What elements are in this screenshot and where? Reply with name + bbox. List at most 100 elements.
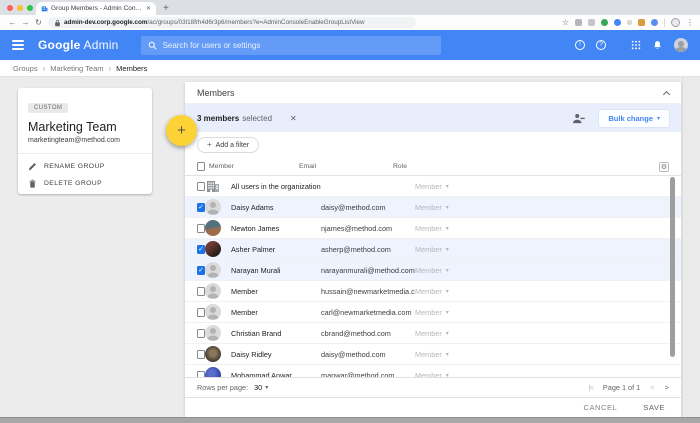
bookmark-star-icon[interactable]: ☆ [562,18,569,27]
row-checkbox[interactable] [197,350,205,359]
chevron-right-icon: › [43,64,46,73]
member-role-dropdown[interactable]: Member ▾ [415,266,681,275]
member-role-dropdown[interactable]: Member ▾ [415,245,681,254]
member-role-dropdown[interactable]: Member ▾ [415,329,681,338]
page-scrollbar[interactable] [682,77,700,417]
member-name: Mohammad Anwar [231,371,321,378]
collapse-chevron-icon[interactable] [663,90,670,97]
reload-icon[interactable]: ↻ [32,18,45,27]
minimize-window-button[interactable] [17,5,23,11]
previous-page-icon[interactable]: < [650,383,654,392]
extension-icon-4[interactable] [614,19,621,26]
table-row[interactable]: Newton James njames@method.com Member ▾ [185,218,681,239]
table-row[interactable]: All users in the organization Member ▾ [185,176,681,197]
row-checkbox[interactable] [197,182,205,191]
member-email: hussain@newmarketmedia.com [321,287,415,296]
member-role-dropdown[interactable]: Member ▾ [415,203,681,212]
member-role-dropdown[interactable]: Member ▾ [415,308,681,317]
tab-close-icon[interactable]: ✕ [146,6,151,12]
horizontal-scrollbar[interactable] [0,417,700,423]
member-role: Member [415,245,442,254]
table-row[interactable]: Mohammad Anwar manwar@method.com Member … [185,365,681,377]
browser-menu-icon[interactable]: ⋮ [686,18,694,27]
member-role-dropdown[interactable]: Member ▾ [415,371,681,378]
member-role-dropdown[interactable]: Member ▾ [415,287,681,296]
row-checkbox[interactable]: ✓ [197,245,205,254]
close-window-button[interactable] [7,5,13,11]
cancel-button[interactable]: CANCEL [583,403,617,412]
breadcrumb: Groups › Marketing Team › Members [0,60,700,77]
notifications-bell-icon[interactable] [652,40,663,51]
secure-lock-icon [54,19,61,27]
table-row[interactable]: ✓ Daisy Adams daisy@method.com Member ▾ [185,197,681,218]
tab-title: Group Members - Admin Console [51,5,143,12]
rename-group-label: RENAME GROUP [44,163,105,170]
browser-tab[interactable]: Group Members - Admin Console ✕ [36,2,156,15]
table-row[interactable]: Daisy Ridley daisy@method.com Member ▾ [185,344,681,365]
column-member: Member [209,163,299,170]
main-menu-icon[interactable] [12,40,24,50]
manage-columns-gear-icon[interactable]: ⚙ [659,162,669,172]
extension-icon-6[interactable] [638,19,645,26]
feedback-icon[interactable]: ! [575,40,585,50]
breadcrumb-marketing-team[interactable]: Marketing Team [50,64,103,73]
next-page-icon[interactable]: > [665,383,669,392]
bulk-change-button[interactable]: Bulk change ▾ [599,110,669,127]
member-email: cbrand@method.com [321,329,415,338]
add-filter-button[interactable]: + Add a filter [197,137,259,153]
rename-group-button[interactable]: RENAME GROUP [28,162,142,171]
remove-member-icon[interactable] [572,113,585,124]
save-button[interactable]: SAVE [643,403,665,412]
table-row[interactable]: Christian Brand cbrand@method.com Member… [185,323,681,344]
member-email: daisy@method.com [321,203,415,212]
member-role-dropdown[interactable]: Member ▾ [415,350,681,359]
google-admin-logo[interactable]: GoogleAdmin [38,38,119,52]
extension-icon-2[interactable] [588,19,595,26]
pencil-icon [28,162,37,171]
extension-icon-1[interactable] [575,19,582,26]
account-avatar[interactable] [674,38,688,52]
back-icon[interactable]: ← [6,18,19,27]
row-checkbox[interactable]: ✓ [197,266,205,275]
table-row[interactable]: ✓ Narayan Murali narayanmurali@method.co… [185,260,681,281]
row-checkbox[interactable] [197,224,205,233]
row-checkbox[interactable] [197,287,205,296]
member-role-dropdown[interactable]: Member ▾ [415,224,681,233]
forward-icon[interactable]: → [19,18,32,27]
add-member-fab[interactable]: + [166,115,197,146]
browser-profile-icon[interactable] [671,18,680,27]
admin-search-input[interactable]: Search for users or settings [141,36,441,55]
help-icon[interactable]: ? [596,40,606,50]
row-checkbox[interactable] [197,329,205,338]
member-role: Member [415,308,442,317]
clear-selection-icon[interactable]: ✕ [290,114,297,123]
row-checkbox[interactable] [197,308,205,317]
delete-group-button[interactable]: DELETE GROUP [28,179,142,188]
table-row[interactable]: Member hussain@newmarketmedia.com Member… [185,281,681,302]
select-all-checkbox[interactable] [197,162,205,171]
zoom-window-button[interactable] [27,5,33,11]
table-scrollbar[interactable] [670,177,675,357]
extension-icon-5[interactable] [627,20,632,25]
member-role: Member [415,224,442,233]
apps-grid-icon[interactable] [631,40,641,50]
rows-per-page-select[interactable]: 30 ▾ [254,383,268,392]
member-name: Daisy Ridley [231,350,321,359]
table-row[interactable]: Member carl@newmarketmedia.com Member ▾ [185,302,681,323]
breadcrumb-groups[interactable]: Groups [13,64,38,73]
address-bar[interactable]: admin-dev.corp.google.com/ac/groups/03l1… [48,17,416,28]
row-checkbox[interactable]: ✓ [197,203,205,212]
person-icon [205,325,221,341]
extension-icon-3[interactable] [601,19,608,26]
member-role-dropdown[interactable]: Member ▾ [415,182,681,191]
window-controls[interactable] [7,5,33,11]
member-role: Member [415,287,442,296]
extension-icon-7[interactable] [651,19,658,26]
table-row[interactable]: ✓ Asher Palmer asherp@method.com Member … [185,239,681,260]
new-tab-button[interactable]: + [163,2,169,15]
member-email: manwar@method.com [321,371,415,378]
first-page-icon[interactable]: |< [589,383,593,392]
row-checkbox[interactable] [197,371,205,378]
person-icon [205,199,221,215]
chevron-down-icon: ▾ [446,225,449,232]
